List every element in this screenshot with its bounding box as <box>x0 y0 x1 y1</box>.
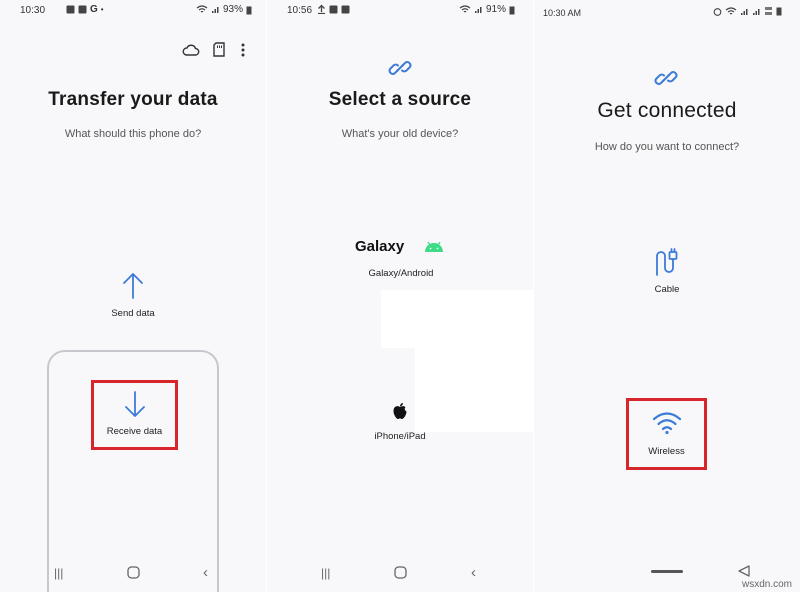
receive-data-label: Receive data <box>106 426 163 437</box>
sd-card-icon[interactable] <box>213 42 225 57</box>
iphone-ipad-label: iPhone/iPad <box>374 431 426 442</box>
galaxy-android-label: Galaxy/Android <box>368 268 434 279</box>
status-bar: 10:30 G • 93% <box>0 0 266 22</box>
arrow-up-icon <box>123 273 143 299</box>
home-icon[interactable] <box>127 566 140 579</box>
image-icon <box>66 5 75 14</box>
panel-select-a-source: 10:56 91% Select a source What's your ol… <box>267 0 533 592</box>
back-icon[interactable]: ‹ <box>471 564 476 581</box>
wifi-icon <box>196 5 208 13</box>
recent-apps-icon[interactable]: ||| <box>321 566 330 580</box>
wifi-icon <box>459 5 471 13</box>
message-icon <box>341 5 350 13</box>
image-icon <box>329 5 338 13</box>
notification-icons <box>317 4 350 14</box>
status-time: 10:30 <box>20 5 46 16</box>
back-icon[interactable]: ‹ <box>203 564 208 581</box>
panel-get-connected: 10:30 AM Get connected How do you want t… <box>534 0 800 592</box>
battery-percent: 93% <box>222 4 243 15</box>
wireless-option[interactable]: Wireless <box>626 398 707 470</box>
page-subtitle: How do you want to connect? <box>594 141 740 153</box>
status-bar: 10:56 91% <box>267 0 533 22</box>
signal-icon <box>211 7 219 13</box>
cable-label: Cable <box>654 284 680 295</box>
gesture-home-bar[interactable] <box>651 570 683 573</box>
page-title: Select a source <box>328 89 472 110</box>
receive-data-option[interactable]: Receive data <box>91 380 178 450</box>
page-title: Get connected <box>597 99 737 122</box>
link-icon <box>654 71 678 85</box>
page-subtitle: What should this phone do? <box>64 128 202 140</box>
cable-option[interactable]: Cable <box>634 248 700 298</box>
back-triangle-icon[interactable] <box>737 564 751 578</box>
more-options-icon[interactable] <box>240 42 246 58</box>
watermark: wsxdn.com <box>741 579 792 590</box>
nav-bar: ||| ‹ <box>0 564 266 584</box>
page-title: Transfer your data <box>48 89 218 110</box>
battery-icon <box>776 7 782 16</box>
alarm-icon <box>713 7 722 16</box>
signal-icon-2 <box>753 8 760 15</box>
status-bar: 10:30 AM <box>534 0 800 22</box>
wireless-label: Wireless <box>648 446 685 457</box>
apple-icon <box>393 403 407 419</box>
network-speed-icon <box>765 7 772 15</box>
signal-icon <box>474 7 482 13</box>
upload-icon <box>318 4 325 14</box>
google-icon: G <box>90 4 98 15</box>
android-icon <box>425 241 443 252</box>
status-time: 10:56 <box>287 5 313 16</box>
battery-percent: 91% <box>485 4 506 15</box>
panel-transfer-your-data: 10:30 G • 93% Transfer your data What sh… <box>0 0 266 592</box>
cable-icon <box>656 248 678 276</box>
status-time: 10:30 AM <box>543 8 582 18</box>
send-data-option[interactable]: Send data <box>93 272 173 324</box>
nav-bar: ||| ‹ <box>267 564 533 584</box>
recent-apps-icon[interactable]: ||| <box>54 566 63 580</box>
galaxy-android-option[interactable]: Galaxy Galaxy/Android <box>345 236 457 284</box>
battery-icon <box>509 6 515 14</box>
battery-icon <box>246 6 252 14</box>
send-data-label: Send data <box>111 308 155 319</box>
obscured-region <box>381 290 533 348</box>
dot-icon: • <box>100 5 104 14</box>
galaxy-logo: Galaxy <box>355 238 405 255</box>
iphone-ipad-option[interactable]: iPhone/iPad <box>357 400 443 446</box>
notification-icons: G • <box>66 4 104 15</box>
cloud-icon[interactable] <box>182 43 200 57</box>
page-subtitle: What's your old device? <box>341 128 459 140</box>
wifi-icon <box>652 412 682 435</box>
wifi-icon <box>725 6 737 14</box>
signal-icon <box>741 8 748 15</box>
arrow-down-icon <box>125 391 145 417</box>
message-icon <box>78 5 87 14</box>
link-icon <box>388 61 412 75</box>
home-icon[interactable] <box>394 566 407 579</box>
